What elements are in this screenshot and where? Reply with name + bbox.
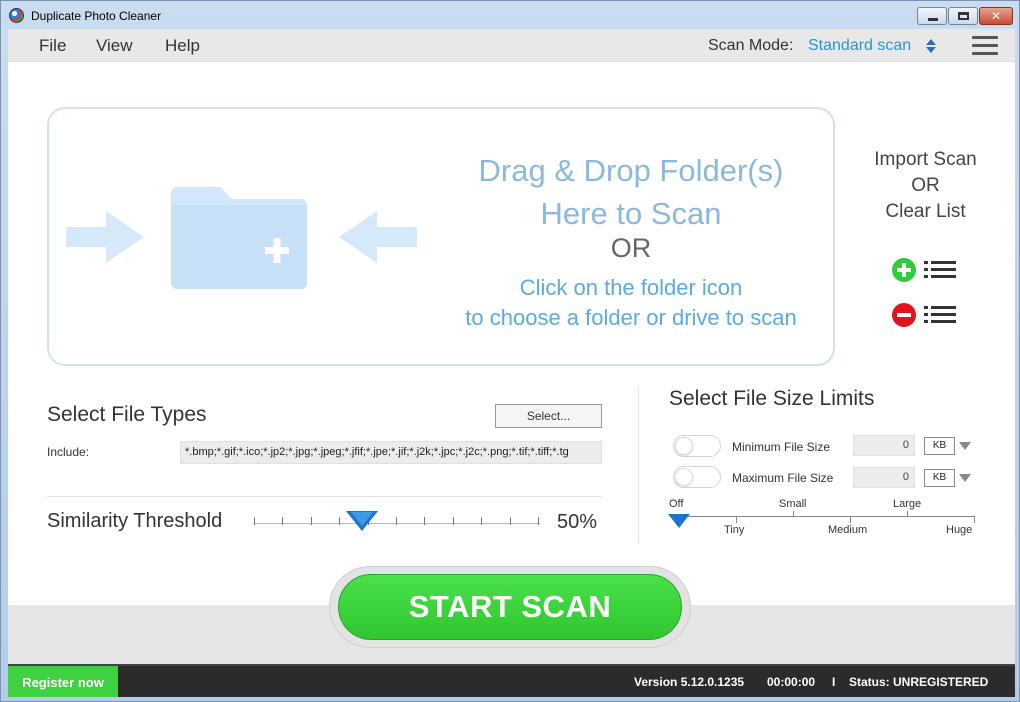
threshold-slider-thumb[interactable] xyxy=(346,511,378,531)
registration-status: Status: UNREGISTERED xyxy=(849,675,989,689)
chevron-down-icon[interactable] xyxy=(959,442,971,450)
menu-view[interactable]: View xyxy=(96,36,133,56)
drop-title-line1: Drag & Drop Folder(s) xyxy=(478,153,784,188)
max-size-label: Maximum File Size xyxy=(732,471,834,485)
drop-title-line2: Here to Scan xyxy=(540,196,722,231)
status-separator: I xyxy=(832,675,836,689)
size-scale-thumb[interactable] xyxy=(668,514,690,528)
start-scan-button[interactable]: START SCAN xyxy=(338,574,682,640)
scale-label-tiny: Tiny xyxy=(724,524,745,536)
threshold-slider-track[interactable] xyxy=(254,523,540,524)
min-size-input[interactable]: 0 xyxy=(853,435,915,456)
clear-list-label: Clear List xyxy=(885,201,966,222)
min-size-toggle[interactable] xyxy=(673,435,721,457)
elapsed-time: 00:00:00 xyxy=(767,675,816,689)
min-size-label: Minimum File Size xyxy=(732,440,831,454)
vertical-divider xyxy=(638,386,639,543)
threshold-tick xyxy=(481,517,483,525)
maximize-icon xyxy=(958,12,969,20)
list-icon xyxy=(924,261,956,279)
threshold-tick xyxy=(396,517,397,525)
threshold-tick xyxy=(339,517,341,525)
minimize-button[interactable] xyxy=(917,7,947,25)
threshold-tick xyxy=(452,517,454,525)
close-icon: ✕ xyxy=(990,9,1002,23)
max-size-toggle[interactable] xyxy=(673,466,721,488)
minus-circle-icon xyxy=(892,303,916,327)
select-file-types-button[interactable]: Select... xyxy=(495,404,602,428)
status-bar: Register now Version 5.12.0.1235 00:00:0… xyxy=(8,664,1015,697)
threshold-label: Similarity Threshold xyxy=(47,510,223,532)
menu-file[interactable]: File xyxy=(39,36,66,56)
scale-label-small: Small xyxy=(779,498,807,510)
max-size-unit[interactable]: KB xyxy=(924,469,955,487)
title-bar: Duplicate Photo Cleaner ✕ xyxy=(1,1,1019,29)
import-scan-button[interactable] xyxy=(892,257,958,283)
scale-label-off: Off xyxy=(669,498,684,510)
threshold-tick xyxy=(424,517,426,525)
threshold-tick xyxy=(538,517,539,525)
clear-list-button[interactable] xyxy=(892,302,958,328)
app-window: Duplicate Photo Cleaner ✕ File View Help… xyxy=(0,0,1020,702)
import-or-label: OR xyxy=(911,175,940,196)
menu-bar: File View Help Scan Mode: Standard scan xyxy=(8,29,1015,62)
hamburger-menu-icon[interactable] xyxy=(972,36,998,56)
updown-arrows-icon[interactable] xyxy=(926,39,936,53)
folder-add-icon[interactable] xyxy=(171,185,307,289)
minimize-icon xyxy=(928,18,938,21)
scale-label-large: Large xyxy=(893,498,922,510)
window-title: Duplicate Photo Cleaner xyxy=(31,9,162,23)
threshold-tick xyxy=(310,517,312,525)
drop-or-text: OR xyxy=(610,233,652,263)
register-now-button[interactable]: Register now xyxy=(8,666,118,697)
menu-help[interactable]: Help xyxy=(165,36,200,56)
chevron-down-icon[interactable] xyxy=(959,474,971,482)
threshold-value: 50% xyxy=(557,511,598,533)
scale-label-huge: Huge xyxy=(946,524,973,536)
drop-hint-line1: Click on the folder icon xyxy=(519,275,743,300)
scan-mode-select[interactable]: Standard scan xyxy=(808,37,911,55)
scan-mode-label: Scan Mode: xyxy=(708,37,794,54)
close-button[interactable]: ✕ xyxy=(979,7,1013,25)
include-label: Include: xyxy=(47,445,90,459)
threshold-tick xyxy=(254,517,255,525)
drop-zone[interactable]: Drag & Drop Folder(s) Here to Scan OR Cl… xyxy=(47,107,835,366)
list-icon xyxy=(924,306,956,324)
import-clear-text: Import Scan OR Clear List xyxy=(853,147,998,225)
drop-hint-line2: to choose a folder or drive to scan xyxy=(465,305,797,330)
import-scan-label: Import Scan xyxy=(874,149,977,170)
size-scale-track[interactable] xyxy=(673,516,975,517)
app-logo-icon xyxy=(9,8,24,23)
min-size-unit[interactable]: KB xyxy=(924,437,955,455)
plus-circle-icon xyxy=(892,258,916,282)
size-limits-title: Select File Size Limits xyxy=(669,387,875,410)
file-types-title: Select File Types xyxy=(47,403,207,426)
version-text: Version 5.12.0.1235 xyxy=(634,675,745,689)
threshold-tick xyxy=(509,517,511,525)
client-area: File View Help Scan Mode: Standard scan xyxy=(8,29,1015,697)
threshold-tick xyxy=(282,517,284,525)
scale-label-medium: Medium xyxy=(828,524,868,536)
include-extensions-field[interactable]: *.bmp;*.gif;*.ico;*.jp2;*.jpg;*.jpeg;*.j… xyxy=(180,441,602,464)
arrow-left-icon xyxy=(339,211,417,263)
divider xyxy=(47,496,602,497)
arrow-right-icon xyxy=(66,211,144,263)
max-size-input[interactable]: 0 xyxy=(853,467,915,488)
maximize-button[interactable] xyxy=(948,7,978,25)
